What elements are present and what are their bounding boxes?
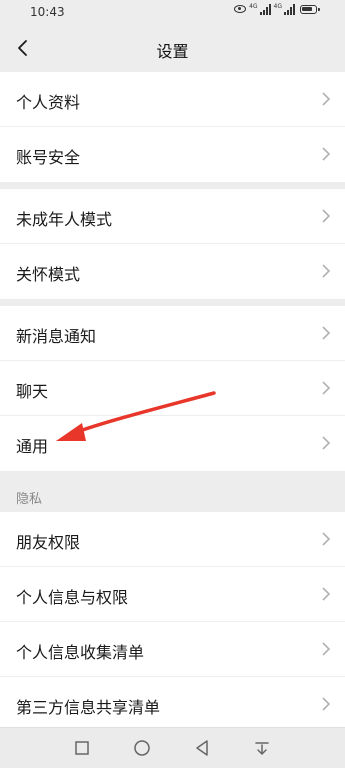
settings-item-label: 个人信息收集清单	[16, 643, 145, 662]
battery-icon	[300, 4, 320, 14]
settings-item-notifications[interactable]: 新消息通知	[0, 306, 345, 361]
chevron-right-icon	[322, 587, 331, 601]
settings-item-label: 账号安全	[16, 148, 81, 167]
settings-item-third-party-sharing[interactable]: 第三方信息共享清单	[0, 677, 345, 732]
settings-group-privacy: 朋友权限 个人信息与权限 个人信息收集清单 第三方信息共享清单	[0, 512, 345, 732]
chevron-right-icon	[322, 381, 331, 395]
chevron-right-icon	[322, 92, 331, 106]
settings-item-label: 聊天	[16, 382, 49, 401]
settings-item-general[interactable]: 通用	[0, 416, 345, 471]
settings-item-account-security[interactable]: 账号安全	[0, 127, 345, 182]
settings-item-personal-info-permissions[interactable]: 个人信息与权限	[0, 567, 345, 622]
settings-item-label: 通用	[16, 437, 49, 456]
settings-item-minor-mode[interactable]: 未成年人模式	[0, 189, 345, 244]
chevron-right-icon	[322, 264, 331, 278]
settings-item-label: 未成年人模式	[16, 210, 113, 229]
settings-item-label: 关怀模式	[16, 265, 81, 284]
settings-group-general: 新消息通知 聊天 通用	[0, 306, 345, 471]
settings-item-care-mode[interactable]: 关怀模式	[0, 244, 345, 299]
settings-item-label: 第三方信息共享清单	[16, 698, 161, 717]
network-type-label-2: 4G	[273, 3, 282, 10]
settings-item-chat[interactable]: 聊天	[0, 361, 345, 416]
signal-icon-1	[259, 3, 271, 15]
settings-item-friend-permissions[interactable]: 朋友权限	[0, 512, 345, 567]
settings-item-label: 个人资料	[16, 93, 81, 112]
settings-item-label: 新消息通知	[16, 327, 97, 346]
chevron-right-icon	[322, 436, 331, 450]
section-header-privacy: 隐私	[16, 492, 43, 507]
status-icons: 4G 4G	[234, 3, 320, 15]
square-icon[interactable]	[72, 738, 92, 758]
eye-icon	[234, 5, 247, 13]
signal-icon-2	[284, 3, 295, 15]
settings-item-profile[interactable]: 个人资料	[0, 72, 345, 127]
triangle-back-icon[interactable]	[192, 738, 212, 758]
chevron-right-icon	[322, 697, 331, 711]
system-navigation-bar	[0, 727, 345, 768]
nav-bar: 设置	[0, 24, 345, 72]
chevron-right-icon	[322, 209, 331, 223]
status-time: 10:43	[30, 5, 65, 19]
chevron-right-icon	[322, 642, 331, 656]
page-title: 设置	[156, 42, 189, 61]
chevron-right-icon	[322, 326, 331, 340]
network-type-label-1: 4G	[249, 3, 258, 10]
settings-group-modes: 未成年人模式 关怀模式	[0, 189, 345, 299]
download-arrow-icon[interactable]	[252, 738, 272, 758]
status-bar: 10:43 4G 4G	[0, 0, 345, 24]
settings-item-label: 个人信息与权限	[16, 588, 129, 607]
chevron-right-icon	[322, 532, 331, 546]
settings-group-account: 个人资料 账号安全	[0, 72, 345, 182]
settings-item-label: 朋友权限	[16, 533, 81, 552]
chevron-right-icon	[322, 147, 331, 161]
settings-item-personal-info-collection[interactable]: 个人信息收集清单	[0, 622, 345, 677]
circle-icon[interactable]	[132, 738, 152, 758]
